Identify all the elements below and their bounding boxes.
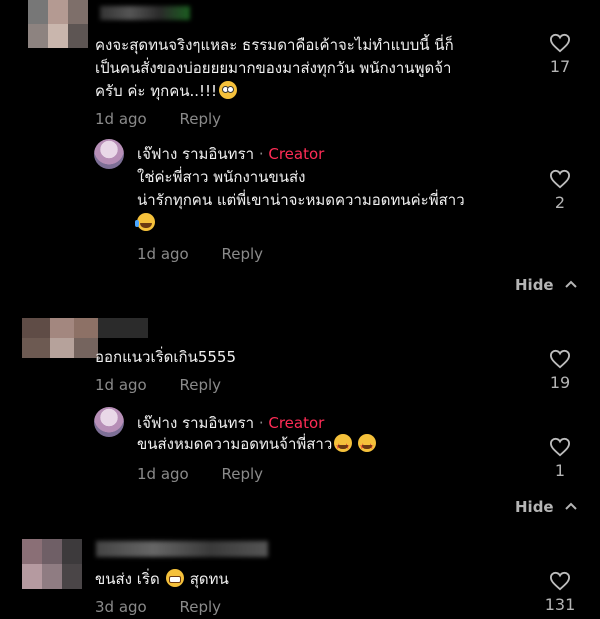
reply-author-line: เจ๊ฟาง รามอินทรา · Creator	[137, 411, 324, 435]
avatar-creator[interactable]	[94, 139, 124, 169]
flushed-face-emoji-icon	[219, 81, 238, 99]
reply-meta: 1d ago Reply	[137, 465, 263, 483]
creator-badge: Creator	[268, 414, 325, 432]
hide-replies-button[interactable]: Hide	[515, 276, 577, 294]
like-count: 17	[549, 57, 571, 76]
reply-button[interactable]: Reply	[180, 376, 222, 394]
reply-author-line: เจ๊ฟาง รามอินทรา · Creator	[137, 142, 324, 166]
comment-line: ครับ ค่ะ ทุกคน..!!!	[95, 80, 454, 103]
heart-outline-icon	[549, 33, 571, 53]
hide-label: Hide	[515, 498, 554, 516]
author-name[interactable]: เจ๊ฟาง รามอินทรา	[137, 414, 254, 432]
star-struck-emoji-icon	[334, 434, 353, 458]
separator: ·	[254, 145, 269, 163]
star-struck-emoji-icon	[358, 434, 377, 458]
tears-of-joy-emoji-icon	[135, 213, 155, 231]
hide-label: Hide	[515, 276, 554, 294]
reply-meta: 1d ago Reply	[137, 245, 263, 263]
like-button[interactable]: 2	[540, 169, 580, 212]
comment-meta: 3d ago Reply	[95, 598, 221, 616]
reply-button[interactable]: Reply	[222, 465, 264, 483]
chevron-up-icon	[565, 280, 577, 288]
comment-line: ขนส่ง เริ่ด สุดทน	[95, 569, 229, 588]
like-count: 2	[554, 193, 566, 212]
like-button[interactable]: 1	[540, 437, 580, 480]
timestamp: 1d ago	[95, 376, 147, 394]
author-name[interactable]: เจ๊ฟาง รามอินทรา	[137, 145, 254, 163]
reply-button[interactable]: Reply	[222, 245, 264, 263]
comment-line: คงจะสุดทนจริงๆแหละ ธรรมดาคือเค้าจะไม่ทำแ…	[95, 36, 454, 54]
grinning-emoji-icon	[165, 569, 184, 587]
username-blurred[interactable]	[96, 541, 268, 557]
comment-line: เป็นคนสั่งของบ่อยยยมากของมาส่งทุกวัน พนั…	[95, 59, 452, 77]
chevron-up-icon	[565, 502, 577, 510]
comment-meta: 1d ago Reply	[95, 110, 221, 128]
reply-text: ใช่ค่ะพี่สาว พนักงานขนส่ง น่ารักทุกคน แต…	[135, 166, 465, 235]
heart-outline-icon	[549, 349, 571, 369]
like-count: 19	[549, 373, 571, 392]
reply-line	[135, 212, 465, 235]
heart-outline-icon	[549, 169, 571, 189]
like-button[interactable]: 19	[540, 349, 580, 392]
timestamp: 3d ago	[95, 598, 147, 616]
comment-text: คงจะสุดทนจริงๆแหละ ธรรมดาคือเค้าจะไม่ทำแ…	[95, 34, 454, 103]
reply-line: น่ารักทุกคน แต่พี่เขาน่าจะหมดความอดทนค่ะ…	[137, 191, 465, 209]
avatar-creator[interactable]	[94, 407, 124, 437]
reply-button[interactable]: Reply	[180, 598, 222, 616]
like-button[interactable]: 17	[540, 33, 580, 76]
reply-text: ขนส่งหมดความอดทนจ้าพี่สาว	[137, 433, 377, 458]
timestamp: 1d ago	[137, 245, 189, 263]
like-count: 1	[554, 461, 566, 480]
timestamp: 1d ago	[95, 110, 147, 128]
username-blurred[interactable]	[100, 6, 190, 20]
heart-outline-icon	[549, 437, 571, 457]
like-button[interactable]: 131	[540, 571, 580, 614]
avatar[interactable]	[22, 539, 82, 589]
reply-line: ใช่ค่ะพี่สาว พนักงานขนส่ง	[137, 168, 306, 186]
comment-text: ออกแนวเริ่ดเกิน5555	[95, 346, 236, 369]
like-count: 131	[544, 595, 576, 614]
heart-outline-icon	[549, 571, 571, 591]
reply-button[interactable]: Reply	[180, 110, 222, 128]
reply-line: ขนส่งหมดความอดทนจ้าพี่สาว	[137, 433, 377, 458]
creator-badge: Creator	[268, 145, 325, 163]
comment-line: ออกแนวเริ่ดเกิน5555	[95, 348, 237, 366]
avatar[interactable]	[28, 0, 88, 48]
comment-text: ขนส่ง เริ่ด สุดทน	[95, 568, 229, 591]
timestamp: 1d ago	[137, 465, 189, 483]
comment-meta: 1d ago Reply	[95, 376, 221, 394]
hide-replies-button[interactable]: Hide	[515, 498, 577, 516]
separator: ·	[254, 414, 269, 432]
